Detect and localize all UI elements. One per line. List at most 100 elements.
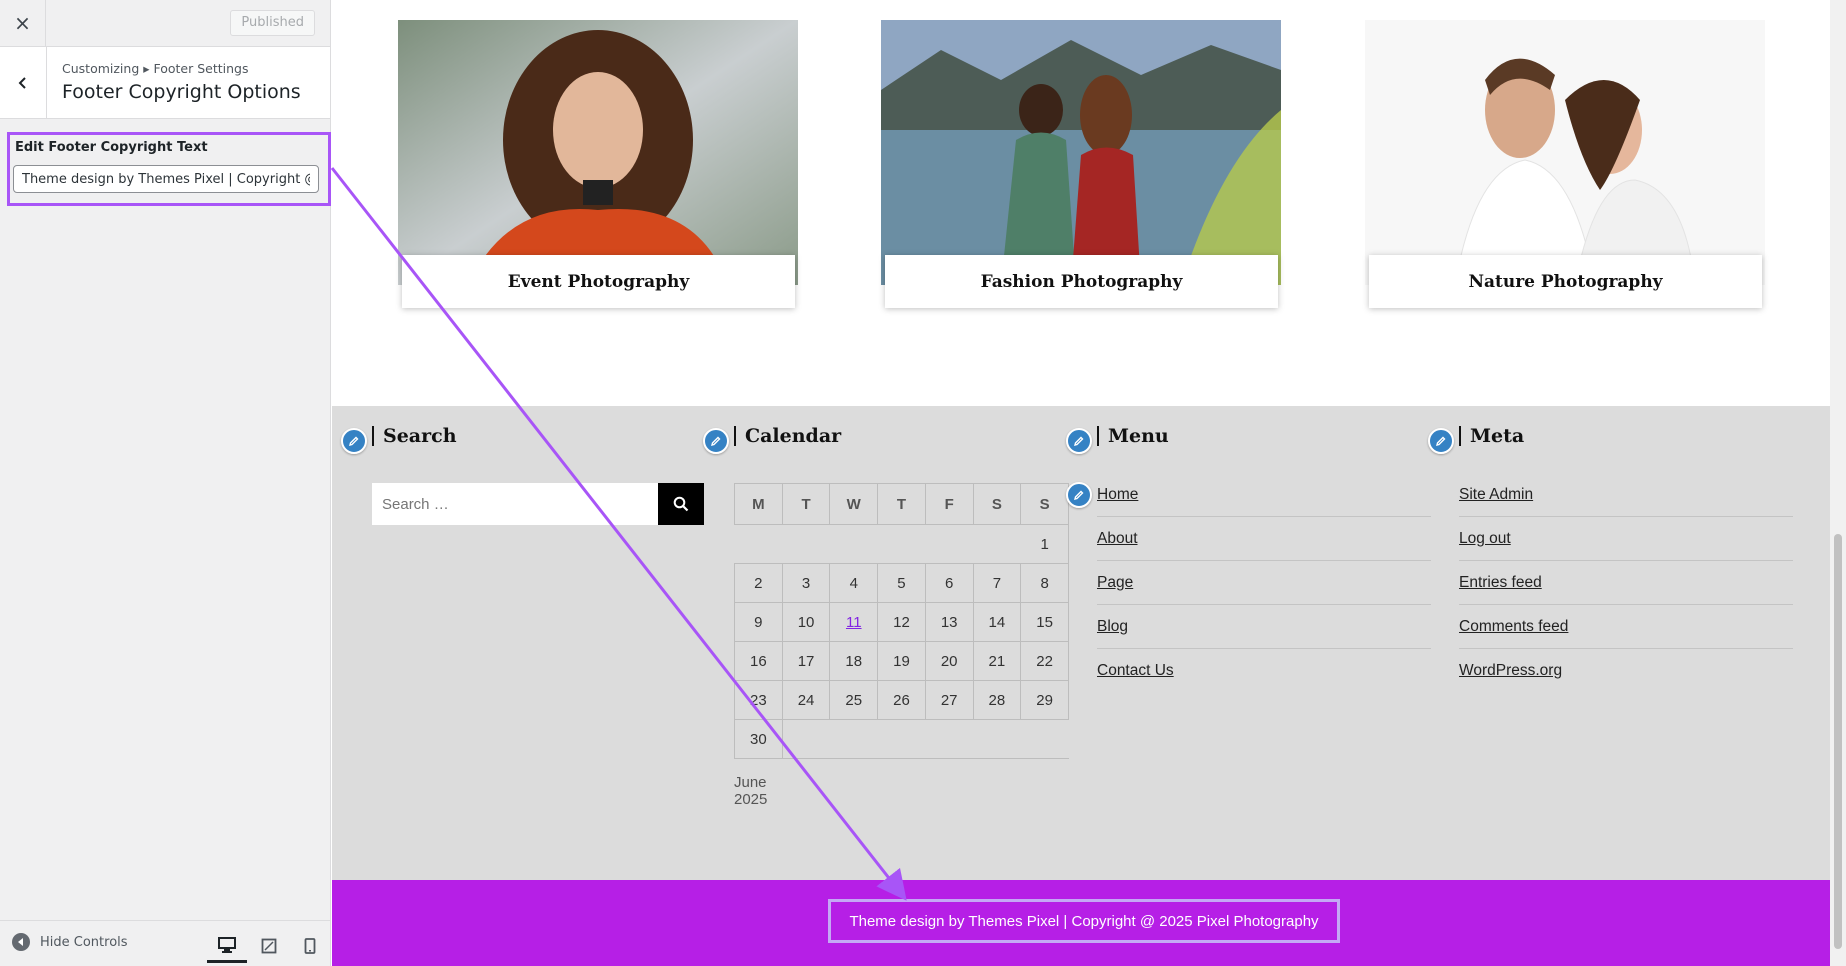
section-title: Footer Copyright Options [62,81,301,103]
meta-link[interactable]: Comments feed [1459,618,1568,636]
calendar-day-link[interactable]: 11 [829,602,879,642]
search-input[interactable] [372,483,658,525]
card-title: Fashion Photography [885,255,1278,308]
calendar-day: 15 [1020,602,1069,642]
edit-pencil-icon[interactable] [1066,482,1092,508]
calendar-empty-cell [734,524,783,564]
preview-mobile-button[interactable] [290,929,330,963]
copyright-control: Edit Footer Copyright Text [7,132,331,206]
card-title: Event Photography [402,255,795,308]
menu-link[interactable]: About [1097,530,1138,548]
site-preview: Event Photography Fashion Photography Na… [332,0,1830,966]
nature-photo [1365,20,1765,285]
meta-link[interactable]: Site Admin [1459,486,1533,504]
breadcrumb: Customizing ▸ Footer Settings [62,61,249,76]
meta-link[interactable]: Entries feed [1459,574,1542,592]
menu-link[interactable]: Home [1097,486,1138,504]
calendar-day: 23 [734,680,783,720]
list-item: WordPress.org [1459,649,1793,693]
calendar-day-header: T [877,483,926,525]
widget-title: Menu [1097,426,1169,446]
back-button[interactable] [0,47,47,118]
calendar-day: 5 [877,563,926,603]
list-item: Page [1097,561,1431,605]
calendar-week-row: 23 24 25 26 27 28 29 [734,680,1069,720]
calendar-day: 16 [734,641,783,681]
calendar-empty-cell [925,524,974,564]
card-title: Nature Photography [1369,255,1762,308]
service-card[interactable]: Fashion Photography [881,20,1281,310]
calendar-day: 25 [829,680,879,720]
calendar-day: 18 [829,641,879,681]
hide-controls-button[interactable]: Hide Controls [12,933,128,951]
preview-desktop-button[interactable] [207,929,247,963]
edit-pencil-icon[interactable] [1428,428,1454,454]
calendar-empty-cell [973,524,1021,564]
calendar-empty-cell [925,719,974,759]
meta-link[interactable]: Log out [1459,530,1511,548]
preview-scrollbar[interactable] [1830,0,1846,966]
edit-pencil-icon[interactable] [341,428,367,454]
calendar-day: 3 [781,563,831,603]
calendar-empty-cell [782,524,830,564]
calendar-month-label: June 2025 [734,774,768,808]
calendar-day-header: T [781,483,831,525]
calendar-empty-cell [877,524,926,564]
calendar-week-row: 9 10 11 12 13 14 15 [734,602,1069,642]
calendar-empty-cell [973,719,1021,759]
customizer-header: × Published [0,0,330,47]
widget-title: Search [372,426,457,446]
calendar-day: 28 [972,680,1022,720]
calendar-day: 7 [972,563,1022,603]
calendar-day: 10 [781,602,831,642]
search-submit-button[interactable] [658,483,704,525]
footer-copyright-text: Theme design by Themes Pixel | Copyright… [828,899,1340,943]
calendar-day: 9 [734,602,783,642]
calendar-day: 21 [972,641,1022,681]
close-customizer-button[interactable]: × [0,0,46,46]
service-card[interactable]: Nature Photography [1365,20,1765,310]
collapse-arrow-icon [12,933,30,951]
service-card[interactable]: Event Photography [398,20,798,310]
list-item: Blog [1097,605,1431,649]
copyright-text-input[interactable] [13,165,319,193]
control-label: Edit Footer Copyright Text [15,140,208,155]
calendar-empty-cell [1020,719,1069,759]
list-item: Home [1097,473,1431,517]
calendar-day: 14 [972,602,1022,642]
customizer-footer-controls: Hide Controls [0,920,330,966]
scrollbar-thumb[interactable] [1834,534,1842,949]
site-footer: Theme design by Themes Pixel | Copyright… [332,880,1830,966]
calendar-table: MTWTFSS 1 2 3 4 5 6 7 8 9 10 11 12 13 14 15 16 17 18 19 20 2… [734,483,1069,759]
calendar-day: 4 [829,563,879,603]
widget-title: Meta [1459,426,1524,446]
calendar-day-header: W [829,483,879,525]
customizer-sidebar: × Published Customizing ▸ Footer Setting… [0,0,331,966]
widget-title: Calendar [734,426,841,446]
calendar-day: 22 [1020,641,1069,681]
calendar-day: 6 [924,563,974,603]
menu-link[interactable]: Page [1097,574,1133,592]
calendar-week-row: 1 [734,524,1069,564]
calendar-day: 30 [734,719,783,759]
list-item: Comments feed [1459,605,1793,649]
preview-tablet-button[interactable] [249,929,289,963]
edit-pencil-icon[interactable] [1066,428,1092,454]
calendar-day: 8 [1020,563,1069,603]
edit-pencil-icon[interactable] [703,428,729,454]
calendar-day: 12 [877,602,926,642]
calendar-day: 1 [1020,524,1069,564]
menu-list: Home About Page Blog Contact Us [1097,473,1431,693]
calendar-day-link[interactable]: 11 [846,614,862,631]
desktop-icon [218,936,236,953]
meta-link[interactable]: WordPress.org [1459,662,1562,680]
mobile-icon [304,938,316,954]
menu-link[interactable]: Contact Us [1097,662,1174,680]
calendar-day: 2 [734,563,783,603]
tablet-icon [261,938,277,954]
published-button[interactable]: Published [230,10,315,36]
menu-link[interactable]: Blog [1097,618,1128,636]
calendar-empty-cell [829,719,878,759]
calendar-day-header: F [924,483,974,525]
list-item: Contact Us [1097,649,1431,693]
